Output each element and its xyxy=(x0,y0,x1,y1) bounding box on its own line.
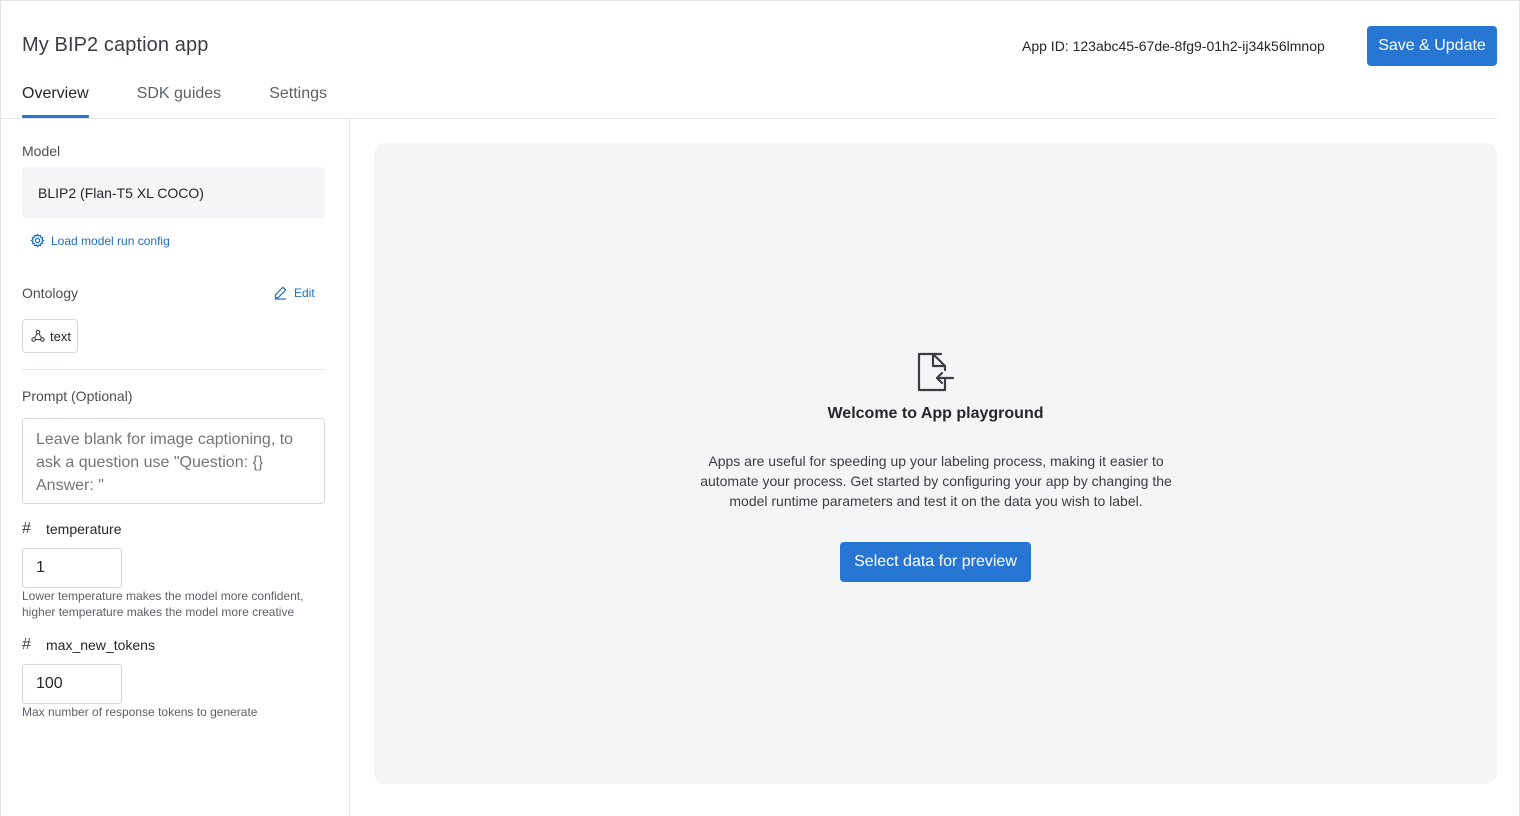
max-new-tokens-label-row: # max_new_tokens xyxy=(22,636,155,654)
hash-icon: # xyxy=(22,636,31,653)
max-new-tokens-input[interactable]: 100 xyxy=(22,664,122,704)
app-playground-panel: Welcome to App playground Apps are usefu… xyxy=(374,143,1497,784)
max-new-tokens-label: max_new_tokens xyxy=(46,637,155,653)
edit-label: Edit xyxy=(294,285,315,300)
select-data-for-preview-button[interactable]: Select data for preview xyxy=(840,542,1031,582)
file-import-icon xyxy=(917,352,955,392)
pencil-icon xyxy=(274,286,287,300)
playground-description: Apps are useful for speeding up your lab… xyxy=(700,453,1172,509)
temperature-label-row: # temperature xyxy=(22,520,121,538)
temperature-help: Lower temperature makes the model more c… xyxy=(22,589,304,619)
temperature-label: temperature xyxy=(46,521,122,537)
ontology-node-icon xyxy=(31,329,45,342)
playground-title: Welcome to App playground xyxy=(827,405,1044,422)
temperature-value: 1 xyxy=(36,559,45,576)
tab-bar: Overview SDK guides Settings xyxy=(22,83,375,118)
model-selector[interactable]: BLIP2 (Flan-T5 XL COCO) xyxy=(22,167,325,218)
load-model-run-config-link[interactable]: Load model run config xyxy=(30,233,170,248)
max-new-tokens-value: 100 xyxy=(36,675,63,692)
tab-settings[interactable]: Settings xyxy=(269,83,327,118)
save-update-button[interactable]: Save & Update xyxy=(1367,26,1497,66)
tab-sdk-guides[interactable]: SDK guides xyxy=(137,83,222,118)
load-config-label: Load model run config xyxy=(51,233,170,248)
config-sidebar: Model BLIP2 (Flan-T5 XL COCO) Load model… xyxy=(1,119,350,816)
ontology-edit-button[interactable]: Edit xyxy=(273,285,315,300)
temperature-input[interactable]: 1 xyxy=(22,548,122,588)
tab-overview[interactable]: Overview xyxy=(22,83,89,118)
prompt-input[interactable] xyxy=(22,418,325,504)
ontology-chip-label: text xyxy=(50,328,71,344)
model-label: Model xyxy=(22,143,61,159)
hash-icon: # xyxy=(22,520,31,537)
model-value: BLIP2 (Flan-T5 XL COCO) xyxy=(38,184,204,201)
app-window: My BIP2 caption app App ID: 123abc45-67d… xyxy=(0,0,1520,816)
app-id-label: App ID: 123abc45-67de-8fg9-01h2-ij34k56l… xyxy=(1022,38,1325,54)
ontology-chip-text[interactable]: text xyxy=(22,319,78,353)
gear-icon xyxy=(30,233,45,248)
ontology-label: Ontology xyxy=(22,285,79,301)
prompt-label: Prompt (Optional) xyxy=(22,388,133,404)
max-new-tokens-help: Max number of response tokens to generat… xyxy=(22,705,258,719)
page-title: My BIP2 caption app xyxy=(22,34,209,56)
section-divider xyxy=(22,369,325,370)
